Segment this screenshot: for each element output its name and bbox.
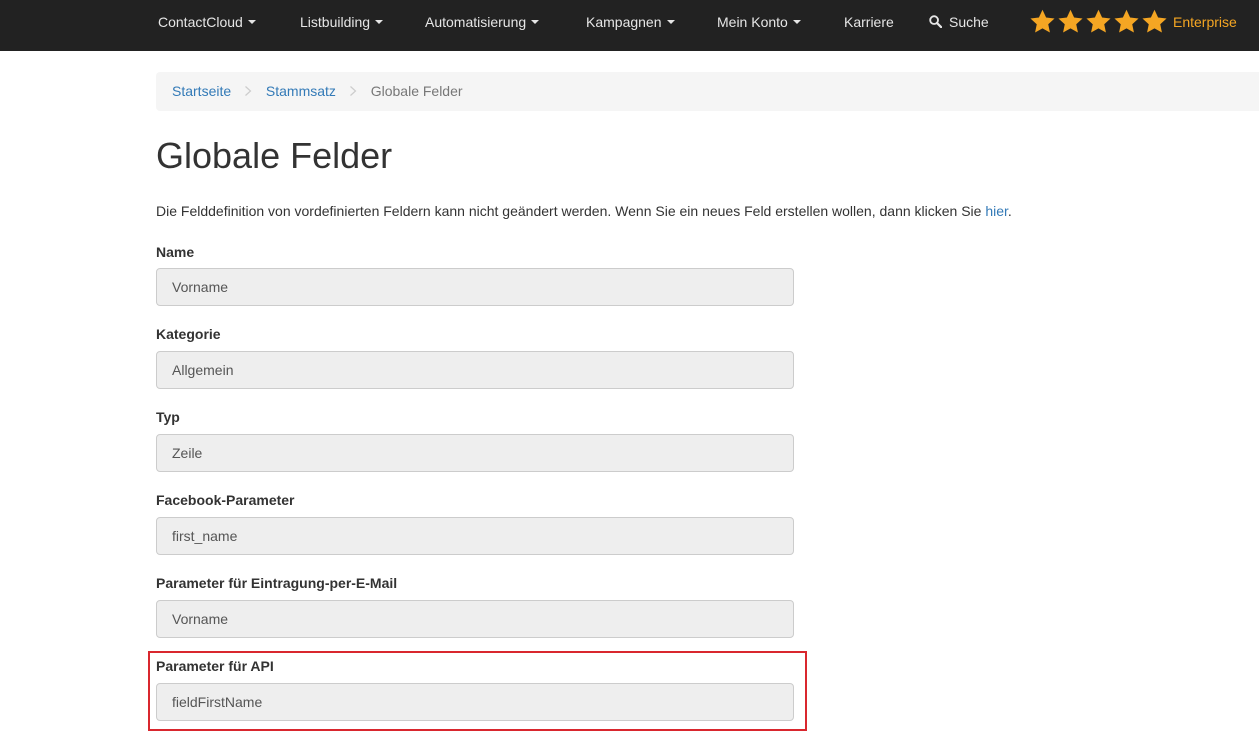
nav-item-label: Automatisierung [425,14,527,30]
breadcrumb: Startseite Stammsatz Globale Felder [156,72,1259,111]
nav-item-listbuilding[interactable]: Listbuilding [300,0,384,51]
field-label-typ: Typ [156,409,180,425]
nav-item-label: Kampagnen [586,14,662,30]
page-title: Globale Felder [156,135,393,176]
star-icon [1142,9,1167,33]
kategorie-field[interactable] [156,351,794,389]
description-end: . [1007,203,1012,219]
breadcrumb-item-startseite[interactable]: Startseite [172,83,231,99]
nav-item-label: Listbuilding [300,14,371,30]
breadcrumb-item-stammsatz[interactable]: Stammsatz [266,83,336,99]
field-label-email-parameter: Parameter für Eintragung-per-E-Mail [156,575,398,591]
search-icon [929,15,942,28]
star-icon [1030,9,1055,33]
star-icon [1114,9,1139,33]
facebook-parameter-field[interactable] [156,517,794,555]
nav-item-search[interactable]: Suche [929,0,989,51]
star-icon [1058,9,1083,33]
page-description: Die Felddefinition von vordefinierten Fe… [156,201,1012,221]
create-field-link[interactable]: hier [985,203,1008,219]
nav-item-karriere[interactable]: Karriere [844,0,894,51]
caret-down-icon [375,20,384,25]
caret-down-icon [666,20,675,25]
field-label-api-parameter: Parameter für API [156,658,274,674]
field-label-facebook-parameter: Facebook-Parameter [156,492,295,508]
chevron-right-icon [245,86,252,97]
breadcrumb-item-current: Globale Felder [370,83,463,99]
rating-stars [1029,8,1169,36]
chevron-right-icon [349,86,357,97]
edition-link[interactable]: Enterprise [1173,0,1237,51]
nav-item-kampagnen[interactable]: Kampagnen [586,0,675,51]
name-field[interactable] [156,268,794,306]
description-text: Die Felddefinition von vordefinierten Fe… [156,203,986,219]
caret-down-icon [792,20,801,25]
star-icon [1086,9,1111,33]
field-label-kategorie: Kategorie [156,326,221,342]
search-label: Suche [949,14,989,30]
nav-item-automatisierung[interactable]: Automatisierung [425,0,540,51]
top-navbar: ContactCloud Listbuilding Automatisierun… [0,0,1259,51]
typ-field[interactable] [156,434,794,472]
api-parameter-field[interactable] [156,683,794,721]
nav-item-label: Karriere [844,14,894,30]
caret-down-icon [531,20,540,25]
email-parameter-field[interactable] [156,600,794,638]
field-label-name: Name [156,244,195,260]
caret-down-icon [247,20,256,25]
nav-item-contactcloud[interactable]: ContactCloud [158,0,256,51]
nav-item-label: ContactCloud [158,14,243,30]
nav-item-label: Mein Konto [717,14,788,30]
nav-item-mein-konto[interactable]: Mein Konto [717,0,801,51]
